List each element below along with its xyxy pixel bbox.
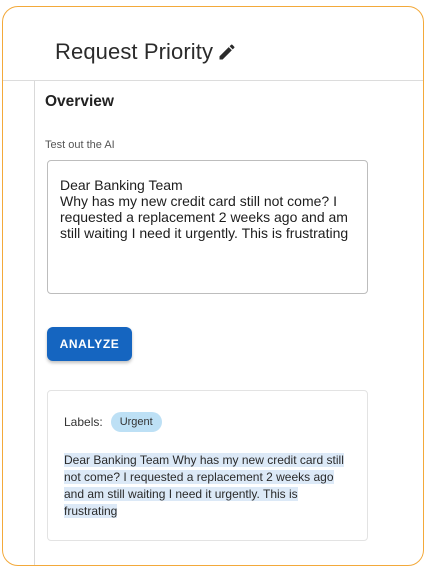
test-input-textarea[interactable]: Dear Banking Team Why has my new credit … [47, 160, 368, 294]
analyze-button[interactable]: ANALYZE [47, 327, 132, 361]
left-divider [34, 81, 35, 565]
label-badge: Urgent [110, 412, 162, 432]
result-card: Labels: Urgent Dear Banking Team Why has… [47, 390, 368, 541]
labels-row: Labels: Urgent [64, 412, 162, 432]
input-label: Test out the AI [45, 139, 115, 151]
panel-frame: Request Priority Overview Test out the A… [2, 6, 424, 566]
section-heading: Overview [45, 93, 114, 110]
result-text-highlight: Dear Banking Team Why has my new credit … [64, 453, 344, 518]
title-wrap: Request Priority [55, 41, 237, 63]
pencil-icon[interactable] [217, 42, 237, 62]
result-text: Dear Banking Team Why has my new credit … [64, 452, 354, 520]
panel-header: Request Priority [3, 7, 423, 81]
page-title: Request Priority [55, 39, 214, 64]
labels-caption: Labels: [64, 415, 103, 429]
